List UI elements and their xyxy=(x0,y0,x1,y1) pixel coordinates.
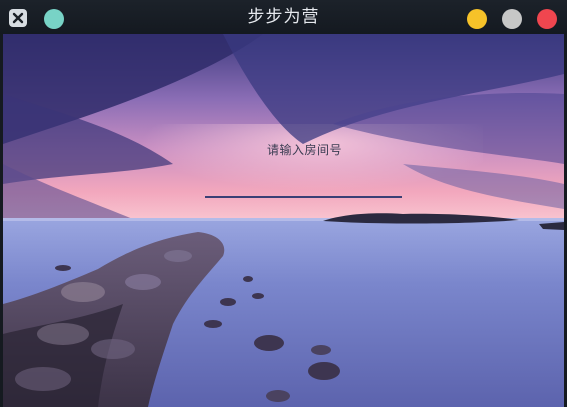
maximize-button[interactable] xyxy=(502,9,522,29)
minimize-button[interactable] xyxy=(467,9,487,29)
app-window: 步步为营 请输入房间号 xyxy=(0,0,567,407)
close-button[interactable] xyxy=(537,9,557,29)
background-image xyxy=(3,34,564,407)
title-bar: 步步为营 xyxy=(0,0,567,34)
main-content: 请输入房间号 xyxy=(3,34,564,407)
room-number-input[interactable] xyxy=(205,156,402,198)
